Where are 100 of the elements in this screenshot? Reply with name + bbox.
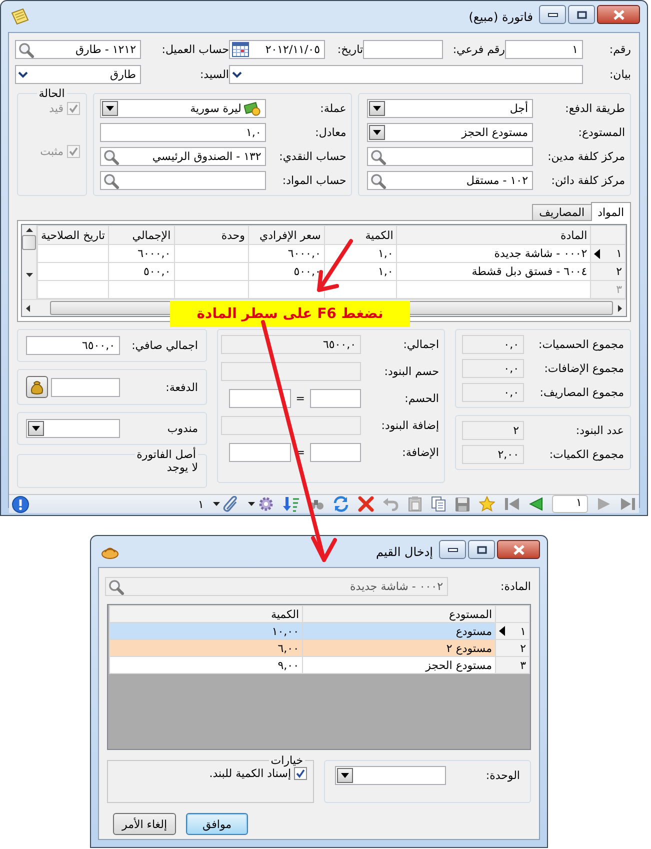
calendar-icon[interactable] bbox=[232, 42, 249, 57]
search-field[interactable]: ١٠٢ - مستقل bbox=[367, 171, 533, 190]
field-label: مجموع المصاريف: bbox=[538, 386, 624, 399]
combo-box[interactable]: أجل bbox=[367, 99, 533, 118]
input-field[interactable]: ١,٠ bbox=[100, 123, 266, 142]
search-icon[interactable] bbox=[370, 172, 386, 188]
scroll-up-icon[interactable] bbox=[26, 228, 32, 232]
column-header[interactable]: الإجمالي bbox=[108, 226, 174, 245]
input-field[interactable]: ٦٥٠٠,٠ bbox=[221, 335, 361, 354]
minimize-button[interactable] bbox=[539, 5, 566, 24]
search-field[interactable]: ١٣٢ - الصندوق الرئيسي bbox=[100, 147, 266, 166]
table-row[interactable]: ٢ مستودع ٢ ٦,٠٠ bbox=[110, 640, 530, 656]
combo-box[interactable]: طارق bbox=[15, 65, 141, 84]
input-field[interactable] bbox=[221, 416, 361, 435]
save-icon[interactable] bbox=[454, 496, 470, 512]
gear-icon[interactable] bbox=[258, 496, 274, 512]
copy-icon[interactable] bbox=[430, 496, 446, 512]
last-page-icon[interactable] bbox=[620, 496, 636, 512]
row-pointer-icon bbox=[499, 626, 505, 636]
table-row[interactable]: ١ مستودع ١٠,٠٠ bbox=[110, 622, 530, 640]
combo-box[interactable] bbox=[335, 766, 446, 785]
paste-icon[interactable] bbox=[408, 496, 422, 512]
tab[interactable]: المصاريف bbox=[532, 204, 592, 220]
input-field[interactable]: ٢,٠٠ bbox=[462, 445, 524, 464]
table-row[interactable]: ٣ مستودع الحجز ٩,٠٠ bbox=[110, 656, 530, 674]
chevron-down-icon[interactable] bbox=[232, 71, 242, 78]
search-icon[interactable] bbox=[18, 42, 34, 58]
field-label: مندوب bbox=[166, 422, 198, 435]
scroll-left-icon[interactable] bbox=[26, 304, 30, 312]
vertical-scrollbar[interactable] bbox=[22, 225, 37, 299]
scroll-down-icon[interactable] bbox=[26, 273, 32, 277]
search-field[interactable] bbox=[367, 147, 533, 166]
row-number-cell[interactable]: ٢ bbox=[590, 262, 626, 281]
money-bag-button[interactable] bbox=[26, 376, 48, 398]
field-label: حساب النقدي: bbox=[278, 150, 346, 163]
dropdown-button[interactable] bbox=[369, 101, 385, 116]
refresh-icon[interactable] bbox=[332, 496, 349, 512]
dropdown-button[interactable] bbox=[337, 768, 353, 783]
row-number-cell[interactable]: ٢ bbox=[496, 640, 530, 656]
chevron-down-icon[interactable] bbox=[18, 71, 28, 78]
maximize-button[interactable] bbox=[468, 540, 495, 559]
dialog-button[interactable]: إلغاء الأمر bbox=[113, 813, 176, 835]
combo-box[interactable] bbox=[26, 419, 120, 438]
input-field[interactable] bbox=[221, 362, 361, 381]
checkbox[interactable] bbox=[294, 767, 307, 780]
input-field[interactable] bbox=[228, 389, 291, 408]
date-field[interactable]: ٢٠١٢/١١/٠٥ bbox=[229, 40, 325, 59]
column-header[interactable]: الكمية bbox=[110, 606, 302, 622]
tab[interactable]: المواد bbox=[590, 202, 631, 221]
column-header[interactable]: المادة bbox=[396, 226, 591, 245]
input-field[interactable]: ٠,٠ bbox=[462, 359, 524, 378]
input-field[interactable]: ٦٥٠٠,٠ bbox=[26, 336, 120, 355]
input-field[interactable] bbox=[363, 40, 443, 59]
combo-box[interactable]: ليرة سورية bbox=[100, 99, 266, 118]
previous-page-icon[interactable] bbox=[528, 496, 543, 512]
scroll-thumb[interactable] bbox=[22, 235, 36, 250]
delete-icon[interactable] bbox=[358, 496, 374, 512]
input-field[interactable]: ٢ bbox=[462, 421, 524, 440]
row-number-cell[interactable]: ٣ bbox=[496, 656, 530, 674]
dropdown-button[interactable] bbox=[369, 125, 385, 140]
input-field[interactable]: ١ bbox=[505, 40, 583, 59]
info-icon[interactable] bbox=[12, 496, 29, 512]
caret-icon[interactable] bbox=[248, 502, 255, 506]
input-field[interactable] bbox=[310, 389, 361, 408]
column-header[interactable]: سعر الإفرادي bbox=[248, 226, 324, 245]
dropdown-button[interactable] bbox=[28, 421, 44, 436]
caret-icon[interactable] bbox=[212, 502, 220, 506]
field-label: رقم فرعي: bbox=[452, 43, 505, 56]
column-header[interactable]: تاريخ الصلاحية bbox=[38, 226, 108, 245]
input-field[interactable] bbox=[310, 443, 361, 462]
page-field[interactable]: ١ bbox=[552, 495, 588, 513]
maximize-button[interactable] bbox=[568, 5, 595, 24]
search-icon[interactable] bbox=[370, 148, 386, 164]
column-header[interactable]: وحدة bbox=[174, 226, 248, 245]
star-icon[interactable] bbox=[478, 496, 495, 512]
combo-box[interactable]: مستودع الحجز bbox=[367, 123, 533, 142]
dialog-button[interactable]: موافق bbox=[186, 813, 248, 835]
note-icon bbox=[10, 8, 30, 26]
dropdown-button[interactable] bbox=[102, 101, 118, 116]
search-field[interactable] bbox=[100, 171, 266, 190]
close-button[interactable] bbox=[497, 540, 540, 559]
search-icon[interactable] bbox=[103, 148, 120, 164]
close-button[interactable] bbox=[597, 5, 640, 24]
column-header[interactable]: المستودع bbox=[302, 606, 496, 622]
input-field[interactable]: ٠,٠ bbox=[462, 383, 524, 402]
search-icon[interactable] bbox=[103, 172, 120, 188]
input-field[interactable] bbox=[51, 378, 120, 396]
checkbox-label: قيد bbox=[49, 102, 64, 115]
column-header[interactable]: الكمية bbox=[324, 226, 397, 245]
scroll-right-icon[interactable] bbox=[618, 304, 622, 312]
row-number-cell[interactable]: ١ bbox=[590, 244, 626, 263]
input-field[interactable] bbox=[228, 443, 291, 462]
search-field[interactable]: ١٢١٢ - طارق bbox=[15, 40, 141, 59]
row-number-cell[interactable]: ١ bbox=[496, 622, 530, 640]
paperclip-icon[interactable] bbox=[222, 496, 239, 512]
minimize-button[interactable] bbox=[439, 540, 466, 559]
equals-sign: = bbox=[296, 392, 305, 405]
first-page-icon[interactable] bbox=[504, 496, 520, 512]
sort-icon[interactable] bbox=[282, 496, 299, 512]
input-field[interactable]: ٠,٠ bbox=[462, 335, 524, 354]
